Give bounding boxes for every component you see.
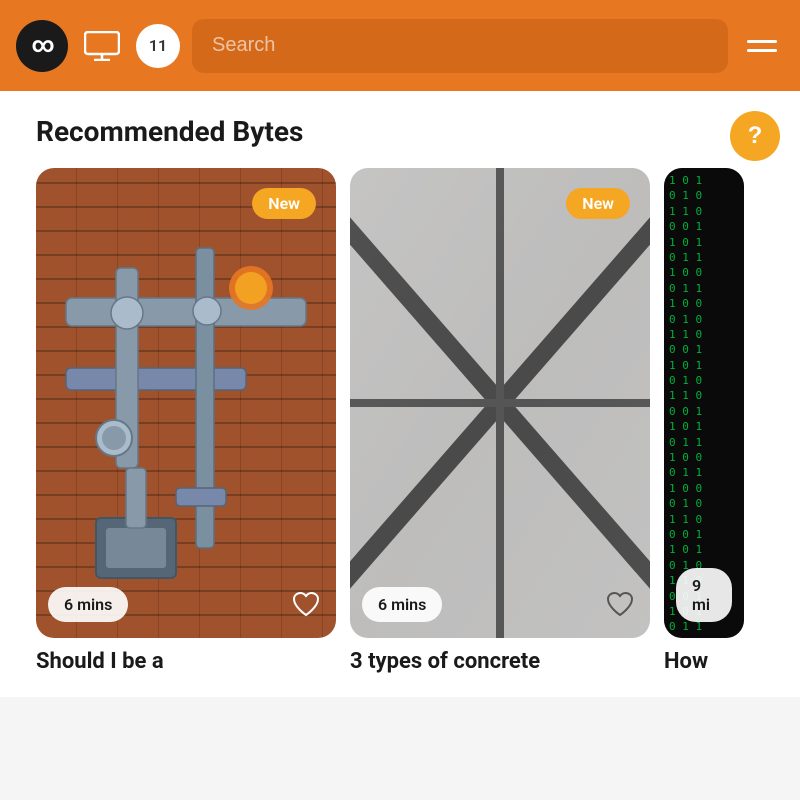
section-title: Recommended Bytes — [36, 115, 780, 148]
logo[interactable]: ∞ — [16, 20, 68, 72]
menu-button[interactable] — [740, 24, 784, 68]
card-1-badge: New — [252, 188, 316, 219]
notification-count: 11 — [149, 36, 167, 55]
card-2-title: 3 types of concrete — [350, 648, 650, 677]
card-3-duration: 9 mi — [676, 568, 732, 622]
card-3-title: How — [664, 648, 744, 677]
card-1-heart-icon[interactable] — [288, 586, 324, 622]
menu-line-1 — [747, 40, 777, 43]
card-2-duration: 6 mins — [362, 587, 442, 622]
card-1-duration: 6 mins — [48, 587, 128, 622]
card-1-image: New 6 mins — [36, 168, 336, 638]
card-2[interactable]: New 6 mins 3 types of concrete — [350, 168, 650, 677]
main-content: Recommended Bytes ? — [0, 91, 800, 697]
notification-badge[interactable]: 11 — [136, 24, 180, 68]
help-button[interactable]: ? — [730, 111, 780, 161]
monitor-icon — [84, 31, 120, 61]
card-1-title: Should I be a — [36, 648, 336, 677]
card-3[interactable]: 1 0 10 1 01 1 00 0 11 0 10 1 11 0 00 1 1… — [664, 168, 744, 677]
card-2-bottom: 6 mins — [362, 586, 638, 622]
card-1[interactable]: New 6 mins Should I be a — [36, 168, 336, 677]
search-input[interactable] — [192, 19, 728, 73]
concrete-svg — [350, 168, 650, 638]
menu-line-2 — [747, 49, 777, 52]
header: ∞ 11 — [0, 0, 800, 91]
card-2-image: New 6 mins — [350, 168, 650, 638]
logo-icon: ∞ — [31, 33, 52, 58]
cards-row: New 6 mins Should I be a — [36, 168, 780, 677]
help-label: ? — [748, 122, 763, 150]
card-1-bottom: 6 mins — [48, 586, 324, 622]
card-3-image: 1 0 10 1 01 1 00 0 11 0 10 1 11 0 00 1 1… — [664, 168, 744, 638]
card-2-badge: New — [566, 188, 630, 219]
card-3-bottom: 9 mi — [676, 568, 732, 622]
card-2-heart-icon[interactable] — [602, 586, 638, 622]
monitor-icon-wrap[interactable] — [80, 24, 124, 68]
pipes-svg — [36, 168, 336, 638]
